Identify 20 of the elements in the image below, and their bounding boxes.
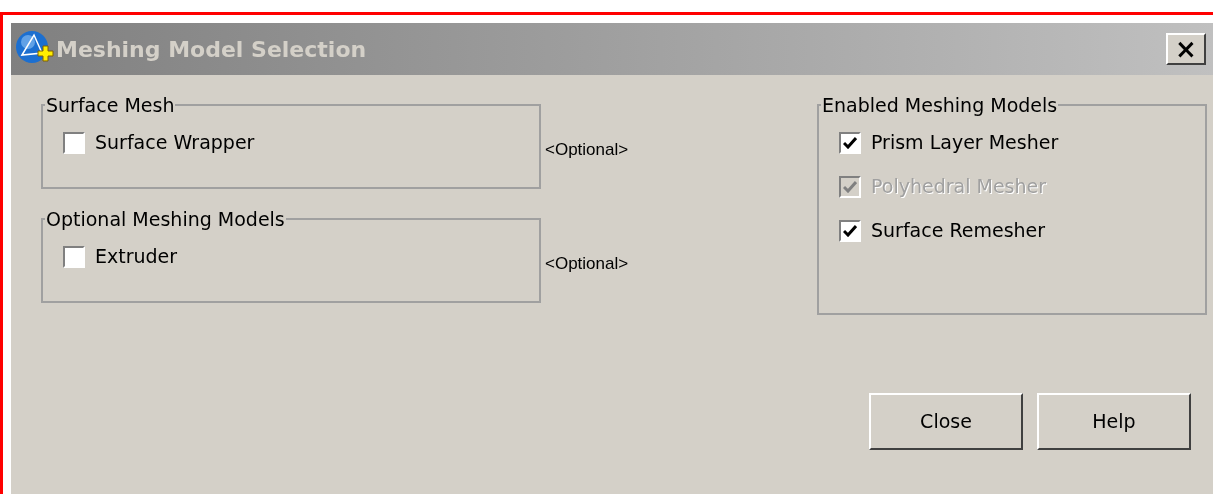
check-icon: [843, 224, 857, 237]
group-title: Surface Mesh: [45, 93, 176, 118]
checkbox[interactable]: [63, 131, 85, 154]
checkbox-label: Extruder: [95, 244, 178, 270]
checkbox-label: Prism Layer Mesher: [871, 130, 1059, 156]
group-title: Enabled Meshing Models: [821, 93, 1059, 118]
check-icon: [843, 180, 857, 193]
window-title: Meshing Model Selection: [56, 35, 367, 64]
dialog-button[interactable]: Help: [1037, 393, 1191, 450]
checkbox[interactable]: [63, 245, 85, 268]
check-icon: [843, 136, 857, 149]
group-title: Optional Meshing Models: [45, 207, 286, 232]
dialog-button[interactable]: Close: [869, 393, 1023, 450]
optional-note: <Optional>: [545, 139, 629, 161]
checkbox-label: Surface Remesher: [871, 218, 1046, 244]
close-button[interactable]: ×: [1166, 33, 1206, 65]
checkbox-label: Surface Wrapper: [95, 130, 255, 156]
checkbox[interactable]: [839, 131, 861, 154]
checkbox[interactable]: [839, 219, 861, 242]
optional-note: <Optional>: [545, 253, 629, 275]
